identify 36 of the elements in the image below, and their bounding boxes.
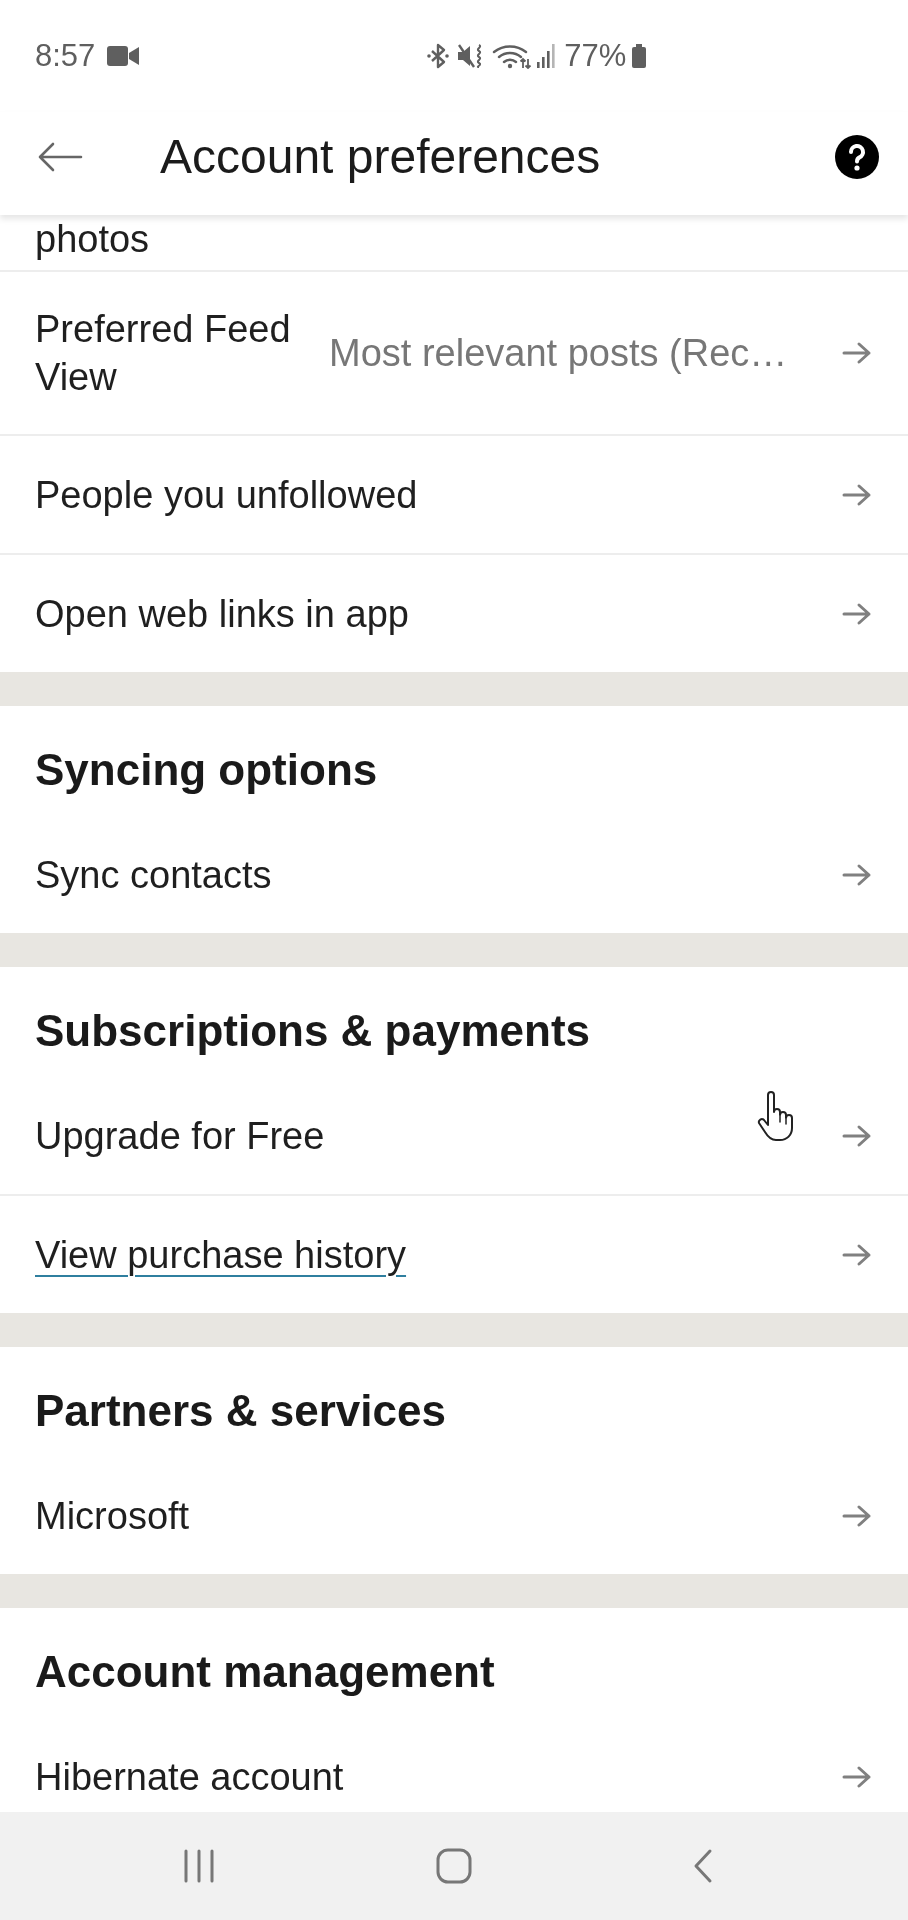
arrow-right-icon <box>842 1764 872 1789</box>
setting-value: Most relevant posts (Rec… <box>329 330 788 376</box>
setting-label[interactable]: Preferred Feed View <box>35 305 305 401</box>
arrow-right-icon <box>842 1123 872 1148</box>
video-camera-icon <box>107 46 140 66</box>
setting-label[interactable]: Hibernate account <box>35 1752 344 1801</box>
signal-icon <box>537 44 556 68</box>
help-icon <box>835 134 879 179</box>
arrow-right-icon <box>842 1242 872 1267</box>
section-heading: Partners & services <box>35 1387 447 1435</box>
battery-icon <box>632 44 647 68</box>
setting-label[interactable]: Upgrade for Free <box>35 1111 325 1160</box>
back-arrow-icon <box>37 141 83 172</box>
setting-label[interactable]: Sync contacts <box>35 850 272 899</box>
recent-apps-icon <box>183 1849 215 1883</box>
arrow-right-icon <box>842 341 872 365</box>
setting-link[interactable]: View purchase history <box>35 1230 407 1279</box>
arrow-right-icon <box>842 601 872 626</box>
setting-label[interactable]: Microsoft <box>35 1491 190 1540</box>
arrow-right-icon <box>842 482 872 507</box>
setting-label[interactable]: People you unfollowed <box>35 470 418 519</box>
chevron-left-icon <box>693 1848 713 1884</box>
setting-label[interactable]: Open web links in app <box>35 589 409 638</box>
status-time: 8:57 <box>35 36 96 75</box>
page-title: Account preferences <box>160 128 601 185</box>
wifi-icon <box>492 43 533 69</box>
hand-cursor-icon <box>756 1090 796 1142</box>
section-heading: Subscriptions & payments <box>35 1007 591 1055</box>
arrow-right-icon <box>842 1503 872 1528</box>
bluetooth-icon <box>427 43 450 69</box>
section-heading: Account management <box>35 1648 496 1696</box>
battery-percent: 77% <box>564 36 627 75</box>
setting-label[interactable]: photos <box>35 215 150 263</box>
arrow-right-icon <box>842 862 872 887</box>
section-heading: Syncing options <box>35 746 379 794</box>
home-icon <box>436 1848 472 1884</box>
